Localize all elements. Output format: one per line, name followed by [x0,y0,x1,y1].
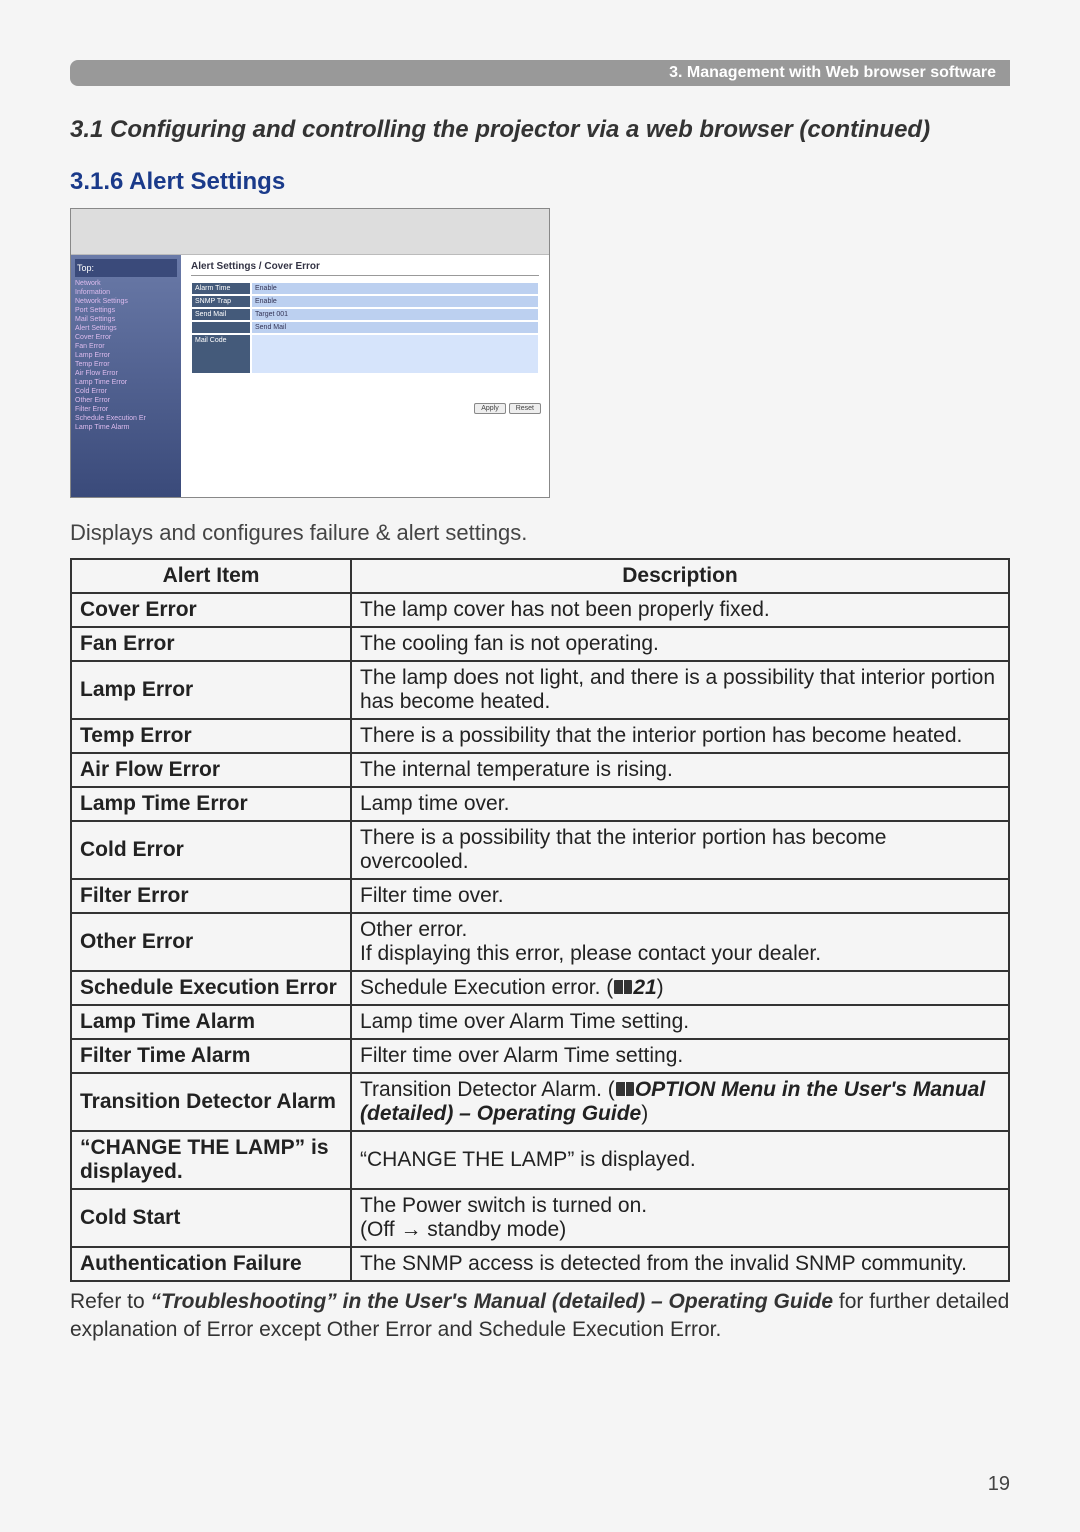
ss-left-item: Lamp Error [75,351,177,360]
ss-left-item: Filter Error [75,405,177,414]
ss-left-item: Lamp Time Error [75,378,177,387]
ss-left-item: Other Error [75,396,177,405]
alert-desc-cell: The cooling fan is not operating. [351,627,1009,661]
alert-item-cell: Lamp Error [71,661,351,719]
book-icon [616,1082,634,1096]
ss-left-item: Cover Error [75,333,177,342]
alert-desc-cell: Filter time over. [351,879,1009,913]
table-row: Transition Detector AlarmTransition Dete… [71,1073,1009,1131]
alert-item-cell: Cold Error [71,821,351,879]
page-number: 19 [988,1473,1010,1496]
alert-item-cell: Authentication Failure [71,1247,351,1281]
alert-item-cell: Air Flow Error [71,753,351,787]
intro-text: Displays and configures failure & alert … [70,520,1010,546]
alert-desc-cell: The lamp does not light, and there is a … [351,661,1009,719]
table-row: Temp ErrorThere is a possibility that th… [71,719,1009,753]
alert-desc-cell: “CHANGE THE LAMP” is displayed. [351,1131,1009,1189]
ss-left-item: Air Flow Error [75,369,177,378]
alert-item-cell: Temp Error [71,719,351,753]
section-title: 3.1 Configuring and controlling the proj… [70,116,1010,144]
ss-left-item: Information [75,288,177,297]
alert-desc-cell: There is a possibility that the interior… [351,821,1009,879]
footnote: Refer to “Troubleshooting” in the User's… [70,1288,1010,1345]
table-row: Authentication FailureThe SNMP access is… [71,1247,1009,1281]
alert-item-cell: Lamp Time Alarm [71,1005,351,1039]
ss-left-item: Fan Error [75,342,177,351]
alert-desc-cell: Filter time over Alarm Time setting. [351,1039,1009,1073]
table-row: “CHANGE THE LAMP” is displayed.“CHANGE T… [71,1131,1009,1189]
reset-button[interactable]: Reset [509,403,541,414]
col-alert-item: Alert Item [71,559,351,593]
apply-button[interactable]: Apply [474,403,506,414]
subsection-title: 3.1.6 Alert Settings [70,168,1010,196]
alert-desc-cell: Lamp time over Alarm Time setting. [351,1005,1009,1039]
ss-left-head: Top: [75,259,177,277]
ss-panel-title: Alert Settings / Cover Error [191,261,539,276]
table-row: Fan ErrorThe cooling fan is not operatin… [71,627,1009,661]
table-row: Lamp ErrorThe lamp does not light, and t… [71,661,1009,719]
ss-left-item: Temp Error [75,360,177,369]
alert-item-cell: “CHANGE THE LAMP” is displayed. [71,1131,351,1189]
alert-settings-screenshot: Top: NetworkInformationNetwork SettingsP… [70,208,550,498]
alert-desc-cell: The SNMP access is detected from the inv… [351,1247,1009,1281]
ss-left-item: Alert Settings [75,324,177,333]
alert-desc-cell: The internal temperature is rising. [351,753,1009,787]
ss-left-item: Schedule Execution Er [75,414,177,423]
table-row: Lamp Time AlarmLamp time over Alarm Time… [71,1005,1009,1039]
alert-item-cell: Filter Time Alarm [71,1039,351,1073]
alert-desc-cell: There is a possibility that the interior… [351,719,1009,753]
ss-left-item: Cold Error [75,387,177,396]
chapter-header: 3. Management with Web browser software [70,60,1010,86]
ss-left-item: Lamp Time Alarm [75,423,177,432]
table-row: Lamp Time ErrorLamp time over. [71,787,1009,821]
alert-item-cell: Cold Start [71,1189,351,1247]
ss-left-item: Network [75,279,177,288]
table-row: Cover ErrorThe lamp cover has not been p… [71,593,1009,627]
alert-desc-cell: The Power switch is turned on.(Off → sta… [351,1189,1009,1247]
ss-left-item: Mail Settings [75,315,177,324]
alert-item-cell: Lamp Time Error [71,787,351,821]
book-icon [614,980,632,994]
alert-item-cell: Transition Detector Alarm [71,1073,351,1131]
table-row: Air Flow ErrorThe internal temperature i… [71,753,1009,787]
alert-desc-cell: Schedule Execution error. (21) [351,971,1009,1005]
table-row: Schedule Execution ErrorSchedule Executi… [71,971,1009,1005]
alert-desc-cell: Lamp time over. [351,787,1009,821]
table-row: Filter Time AlarmFilter time over Alarm … [71,1039,1009,1073]
alert-desc-cell: Other error.If displaying this error, pl… [351,913,1009,971]
ss-left-item: Network Settings [75,297,177,306]
alert-item-cell: Schedule Execution Error [71,971,351,1005]
ss-left-list: NetworkInformationNetwork SettingsPort S… [75,279,177,432]
alert-desc-cell: The lamp cover has not been properly fix… [351,593,1009,627]
alert-item-cell: Filter Error [71,879,351,913]
alert-table: Alert Item Description Cover ErrorThe la… [70,558,1010,1282]
table-row: Cold ErrorThere is a possibility that th… [71,821,1009,879]
table-row: Cold StartThe Power switch is turned on.… [71,1189,1009,1247]
alert-item-cell: Cover Error [71,593,351,627]
alert-item-cell: Fan Error [71,627,351,661]
alert-desc-cell: Transition Detector Alarm. (OPTION Menu … [351,1073,1009,1131]
col-description: Description [351,559,1009,593]
table-row: Filter ErrorFilter time over. [71,879,1009,913]
table-row: Other ErrorOther error.If displaying thi… [71,913,1009,971]
alert-item-cell: Other Error [71,913,351,971]
ss-left-item: Port Settings [75,306,177,315]
